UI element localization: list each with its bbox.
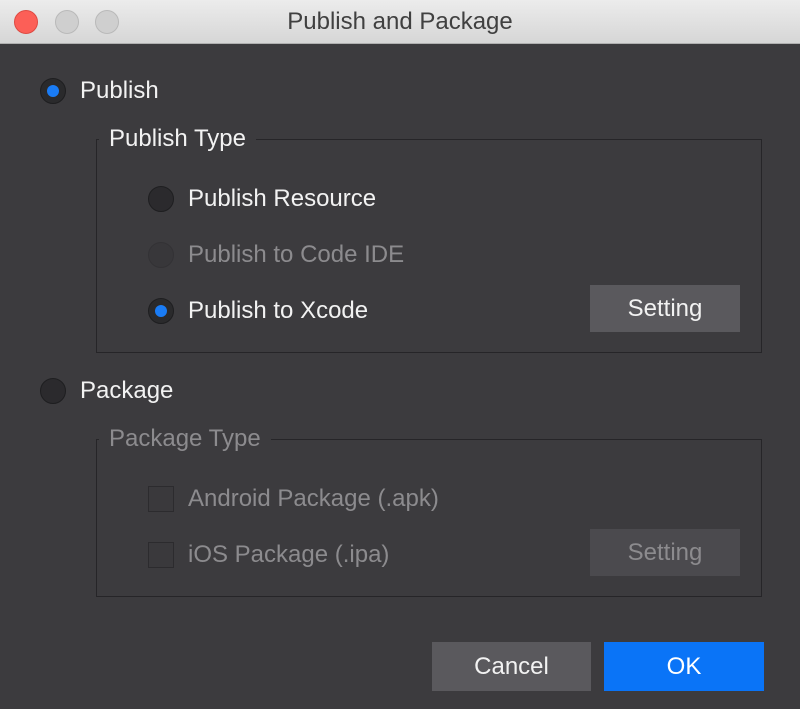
title-bar[interactable]: Publish and Package: [0, 0, 800, 44]
publish-radio[interactable]: [40, 78, 66, 104]
android-package-label: Android Package (.apk): [188, 485, 439, 512]
ios-package-checkbox[interactable]: [148, 542, 174, 568]
package-type-title: Package Type: [99, 424, 271, 454]
ios-package-label: iOS Package (.ipa): [188, 541, 390, 568]
publish-to-code-ide-label: Publish to Code IDE: [188, 241, 405, 268]
cancel-button[interactable]: Cancel: [432, 642, 591, 691]
publish-and-package-dialog: Publish and Package Publish Publish Type…: [0, 0, 800, 709]
publish-radio-label[interactable]: Publish: [80, 76, 159, 106]
publish-resource-radio[interactable]: [148, 186, 174, 212]
publish-to-xcode-radio[interactable]: [148, 298, 174, 324]
window-title: Publish and Package: [287, 8, 513, 35]
publish-to-code-ide-radio[interactable]: [148, 242, 174, 268]
publish-type-title: Publish Type: [99, 124, 256, 154]
android-package-checkbox[interactable]: [148, 486, 174, 512]
package-setting-button[interactable]: Setting: [590, 529, 740, 576]
ok-button[interactable]: OK: [604, 642, 764, 691]
package-radio[interactable]: [40, 378, 66, 404]
publish-resource-label[interactable]: Publish Resource: [188, 184, 376, 214]
package-radio-label[interactable]: Package: [80, 376, 173, 406]
publish-setting-button[interactable]: Setting: [590, 285, 740, 332]
publish-to-xcode-label[interactable]: Publish to Xcode: [188, 296, 368, 326]
